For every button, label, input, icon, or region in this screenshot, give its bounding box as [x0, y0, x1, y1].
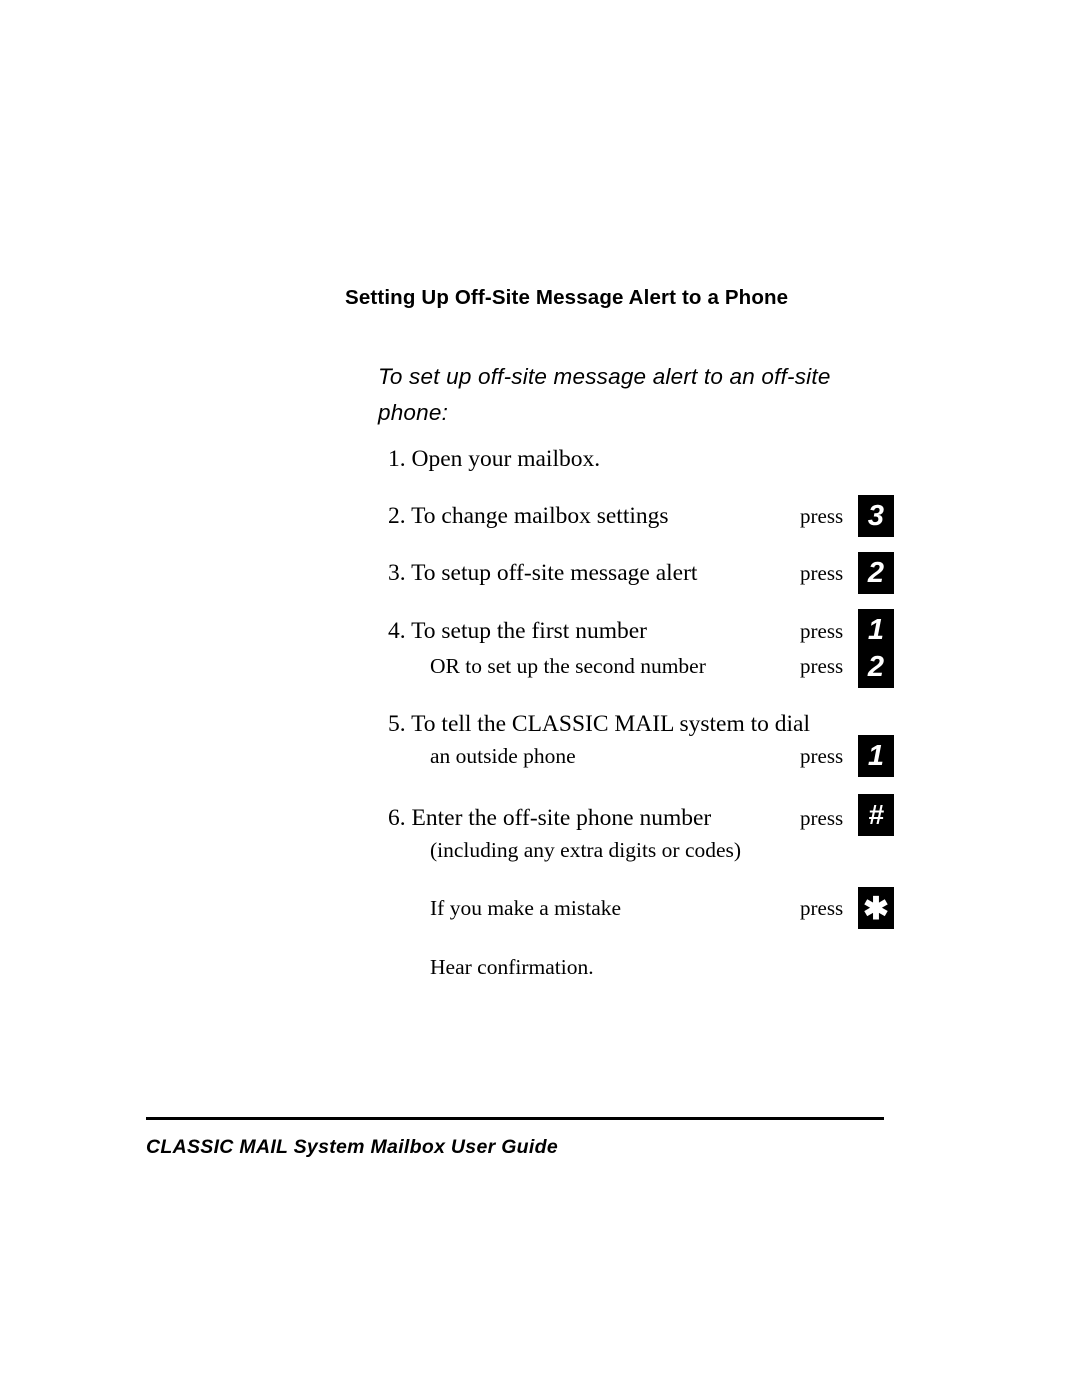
press-label: press: [800, 896, 844, 920]
press-label: press: [800, 619, 844, 643]
step-subline: Hear confirmation.: [430, 955, 594, 979]
step-line: 6. Enter the off-site phone number: [388, 805, 712, 831]
press-label: press: [800, 806, 844, 830]
document-page: Setting Up Off-Site Message Alert to a P…: [0, 0, 1080, 1395]
phone-key-2: 2: [858, 552, 894, 594]
press-label: press: [800, 654, 844, 678]
step-line: 5. To tell the CLASSIC MAIL system to di…: [388, 711, 811, 737]
footer-divider: [146, 1117, 884, 1120]
phone-key-2: 2: [858, 646, 894, 688]
press-label: press: [800, 744, 844, 768]
press-label: press: [800, 504, 844, 528]
footer-text: CLASSIC MAIL System Mailbox User Guide: [146, 1136, 558, 1158]
phone-key-3: 3: [858, 495, 894, 537]
phone-key-star: ✱: [858, 887, 894, 929]
phone-key-hash: #: [858, 794, 894, 836]
step-subline: an outside phone: [430, 744, 576, 768]
step-line: 1. Open your mailbox.: [388, 446, 601, 472]
phone-key-1: 1: [858, 609, 894, 651]
phone-key-1: 1: [858, 735, 894, 777]
press-label: press: [800, 561, 844, 585]
step-subline: If you make a mistake: [430, 896, 622, 920]
step-line: 4. To setup the first number: [388, 618, 647, 644]
step-line: 2. To change mailbox settings: [388, 503, 669, 529]
page-title: Setting Up Off-Site Message Alert to a P…: [345, 285, 789, 309]
intro-paragraph: To set up off-site message alert to an o…: [378, 363, 831, 425]
step-subline: OR to set up the second number: [430, 654, 706, 678]
step-line: 3. To setup off-site message alert: [388, 560, 698, 586]
step-subline: (including any extra digits or codes): [430, 838, 742, 862]
